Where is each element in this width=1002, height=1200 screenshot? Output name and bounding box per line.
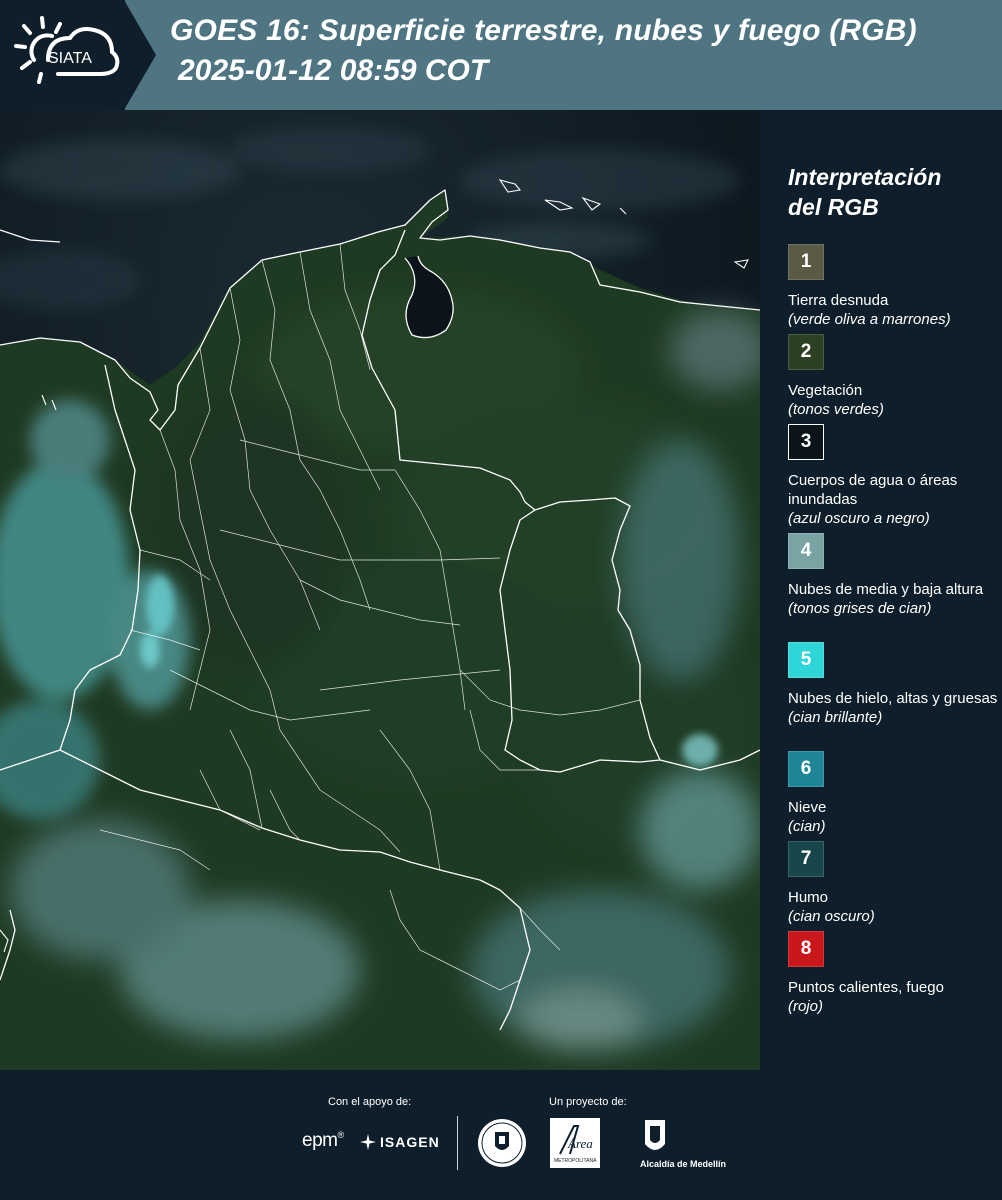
legend-item-6: 6 Nieve (cian) bbox=[788, 751, 998, 836]
isagen-star-icon bbox=[360, 1134, 376, 1150]
legend-item-7: 7 Humo (cian oscuro) bbox=[788, 841, 998, 926]
legend-item-desc: (cian oscuro) bbox=[788, 908, 875, 925]
legend-item-label: Nieve bbox=[788, 799, 827, 816]
alcaldia-logo[interactable]: Alcaldía de Medellín bbox=[640, 1118, 727, 1173]
legend-swatch-6: 6 bbox=[788, 751, 824, 787]
legend-item-label: Puntos calientes, fuego bbox=[788, 979, 944, 996]
legend-item-1: 1 Tierra desnuda (verde oliva a marrones… bbox=[788, 244, 998, 329]
isagen-logo[interactable]: ISAGEN bbox=[360, 1132, 440, 1152]
legend-item-desc: (tonos grises de cian) bbox=[788, 600, 932, 617]
epm-logo[interactable]: epm® bbox=[302, 1130, 344, 1152]
legend-item-label: Cuerpos de agua o áreas inundadas bbox=[788, 472, 958, 508]
alcaldia-text: Alcaldía de Medellín bbox=[640, 1159, 727, 1169]
university-seal-icon[interactable] bbox=[477, 1118, 527, 1168]
footer-divider bbox=[457, 1116, 458, 1170]
legend-item-label: Tierra desnuda bbox=[788, 292, 889, 309]
legend-swatch-5: 5 bbox=[788, 642, 824, 678]
area-metropolitana-logo[interactable]: Área METROPOLITANA bbox=[550, 1118, 600, 1168]
legend-swatch-4: 4 bbox=[788, 533, 824, 569]
legend-item-3: 3 Cuerpos de agua o áreas inundadas (azu… bbox=[788, 424, 998, 528]
legend-item-5: 5 Nubes de hielo, altas y gruesas (cian … bbox=[788, 642, 998, 727]
page-title: GOES 16: Superficie terrestre, nubes y f… bbox=[170, 14, 917, 47]
legend-title-line1: Interpretación bbox=[788, 164, 942, 190]
support-label: Con el apoyo de: bbox=[328, 1096, 412, 1108]
epm-logo-text: epm bbox=[302, 1130, 338, 1151]
legend-swatch-2: 2 bbox=[788, 334, 824, 370]
area-metropolitana-icon: Área METROPOLITANA bbox=[554, 1125, 597, 1164]
legend-panel: Interpretación del RGB 1 Tierra desnuda … bbox=[760, 110, 1002, 1070]
legend-title: Interpretación del RGB bbox=[788, 162, 988, 222]
legend-swatch-3: 3 bbox=[788, 424, 824, 460]
header: SIATA GOES 16: Superficie terrestre, nub… bbox=[0, 0, 1002, 110]
legend-item-4: 4 Nubes de media y baja altura (tonos gr… bbox=[788, 533, 998, 618]
legend-item-desc: (verde oliva a marrones) bbox=[788, 311, 951, 328]
legend-title-line2: del RGB bbox=[788, 194, 879, 220]
legend-item-desc: (cian brillante) bbox=[788, 709, 883, 726]
timestamp-subtitle: 2025-01-12 08:59 COT bbox=[178, 54, 489, 87]
legend-swatch-7: 7 bbox=[788, 841, 824, 877]
legend-item-label: Vegetación bbox=[788, 382, 863, 399]
legend-swatch-1: 1 bbox=[788, 244, 824, 280]
legend-item-desc: (cian) bbox=[788, 818, 826, 835]
satellite-map[interactable] bbox=[0, 110, 760, 1070]
project-label: Un proyecto de: bbox=[549, 1096, 627, 1108]
logo-chevron bbox=[124, 0, 156, 110]
legend-item-label: Humo bbox=[788, 889, 829, 906]
satellite-image bbox=[0, 110, 760, 1070]
legend-item-desc: (tonos verdes) bbox=[788, 401, 884, 418]
area-logo-caption: METROPOLITANA bbox=[554, 1158, 597, 1164]
legend-item-label: Nubes de media y baja altura bbox=[788, 581, 984, 598]
area-logo-title: Área bbox=[567, 1136, 593, 1151]
legend-item-desc: (azul oscuro a negro) bbox=[788, 510, 930, 527]
legend-item-2: 2 Vegetación (tonos verdes) bbox=[788, 334, 998, 419]
footer: Con el apoyo de: Un proyecto de: epm® IS… bbox=[0, 1070, 1002, 1200]
legend-item-8: 8 Puntos calientes, fuego (rojo) bbox=[788, 931, 998, 1016]
siata-logo-text: SIATA bbox=[48, 50, 92, 67]
legend-swatch-8: 8 bbox=[788, 931, 824, 967]
alcaldia-shield-icon bbox=[645, 1120, 665, 1150]
isagen-logo-text: ISAGEN bbox=[380, 1134, 440, 1150]
legend-item-label: Nubes de hielo, altas y gruesas bbox=[788, 690, 998, 707]
siata-logo-icon[interactable]: SIATA bbox=[12, 14, 124, 96]
legend-item-desc: (rojo) bbox=[788, 998, 824, 1015]
